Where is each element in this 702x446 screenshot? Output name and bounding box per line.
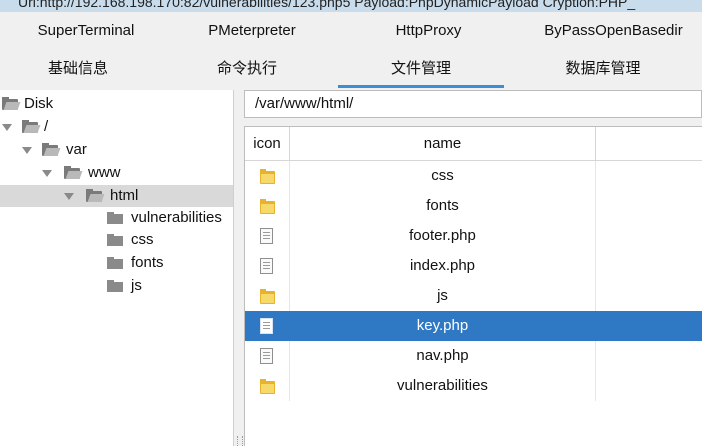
folder-open-icon	[22, 120, 41, 133]
tree-node-js[interactable]: js	[0, 275, 233, 297]
tab-database-manager[interactable]: 数据库管理	[504, 50, 702, 88]
file-name: key.php	[290, 311, 596, 341]
tree-node-fonts[interactable]: fonts	[0, 252, 233, 274]
tree-node-label: html	[110, 187, 139, 204]
tab-basic-info[interactable]: 基础信息	[0, 50, 156, 88]
folder-icon	[260, 169, 275, 184]
file-table: icon name css fonts footer.php index.php…	[244, 126, 702, 446]
file-name: js	[290, 281, 596, 311]
tree-node-css[interactable]: css	[0, 229, 233, 251]
tab-superterminal[interactable]: SuperTerminal	[0, 12, 172, 50]
expand-arrow-icon[interactable]	[2, 124, 12, 131]
tree-node-label: var	[66, 141, 87, 158]
tree-node-label: fonts	[131, 254, 164, 271]
table-row[interactable]: vulnerabilities	[245, 371, 702, 401]
file-name: vulnerabilities	[290, 371, 596, 401]
table-row[interactable]: css	[245, 161, 702, 191]
tab-httpproxy[interactable]: HttpProxy	[332, 12, 525, 50]
expand-arrow-icon[interactable]	[42, 170, 52, 177]
folder-open-icon	[42, 143, 61, 156]
file-icon	[260, 228, 273, 244]
table-row-selected[interactable]: key.php	[245, 311, 702, 341]
folder-open-icon	[2, 97, 21, 110]
column-header-empty	[596, 127, 702, 160]
tab-file-manager[interactable]: 文件管理	[338, 50, 504, 88]
main-tab-bar: 基础信息 命令执行 文件管理 数据库管理	[0, 50, 702, 88]
expand-arrow-icon[interactable]	[22, 147, 32, 154]
tab-pmeterpreter[interactable]: PMeterpreter	[172, 12, 332, 50]
tree-node-label: js	[131, 277, 142, 294]
folder-icon	[107, 234, 123, 246]
tree-node-label: /	[44, 118, 49, 135]
tree-node-label: vulnerabilities	[131, 209, 222, 226]
folder-icon	[260, 379, 275, 394]
tree-node-label: Disk	[24, 95, 54, 112]
file-name: footer.php	[290, 221, 596, 251]
folder-open-icon	[64, 166, 83, 179]
file-icon	[260, 258, 273, 274]
column-header-name[interactable]: name	[290, 127, 596, 160]
table-row[interactable]: index.php	[245, 251, 702, 281]
window-title-bar: Url:http://192.168.198.170:82/vulnerabil…	[0, 0, 702, 12]
file-name: nav.php	[290, 341, 596, 371]
folder-icon	[107, 257, 123, 269]
folder-icon	[260, 289, 275, 304]
file-icon	[260, 348, 273, 364]
file-icon	[260, 318, 273, 334]
expand-arrow-icon[interactable]	[64, 193, 74, 200]
table-row[interactable]: nav.php	[245, 341, 702, 371]
tree-node-html[interactable]: html	[0, 185, 233, 207]
tree-node-label: css	[131, 231, 154, 248]
table-header: icon name	[245, 127, 702, 161]
tab-bypassopenbasedir[interactable]: ByPassOpenBasedir	[525, 12, 702, 50]
table-row[interactable]: js	[245, 281, 702, 311]
path-input[interactable]: /var/www/html/	[244, 90, 702, 118]
splitter-grip-icon[interactable]	[237, 436, 243, 446]
tree-node-label: www	[88, 164, 121, 181]
directory-tree: Disk / var www html vulnerabilities css …	[0, 90, 234, 446]
tree-node-root[interactable]: /	[0, 116, 233, 138]
column-header-icon[interactable]: icon	[245, 127, 290, 160]
folder-open-icon	[86, 189, 105, 202]
file-name: fonts	[290, 191, 596, 221]
file-name: index.php	[290, 251, 596, 281]
tab-command-exec[interactable]: 命令执行	[156, 50, 338, 88]
pane-splitter[interactable]	[234, 90, 244, 446]
tree-node-var[interactable]: var	[0, 139, 233, 161]
tree-node-disk[interactable]: Disk	[0, 93, 233, 115]
plugin-tab-bar: SuperTerminal PMeterpreter HttpProxy ByP…	[0, 12, 702, 50]
file-name: css	[290, 161, 596, 191]
window-title: Url:http://192.168.198.170:82/vulnerabil…	[18, 0, 636, 10]
tree-node-www[interactable]: www	[0, 162, 233, 184]
table-row[interactable]: fonts	[245, 191, 702, 221]
table-row[interactable]: footer.php	[245, 221, 702, 251]
folder-icon	[107, 280, 123, 292]
folder-icon	[107, 212, 123, 224]
tree-node-vulnerabilities[interactable]: vulnerabilities	[0, 207, 233, 229]
folder-icon	[260, 199, 275, 214]
